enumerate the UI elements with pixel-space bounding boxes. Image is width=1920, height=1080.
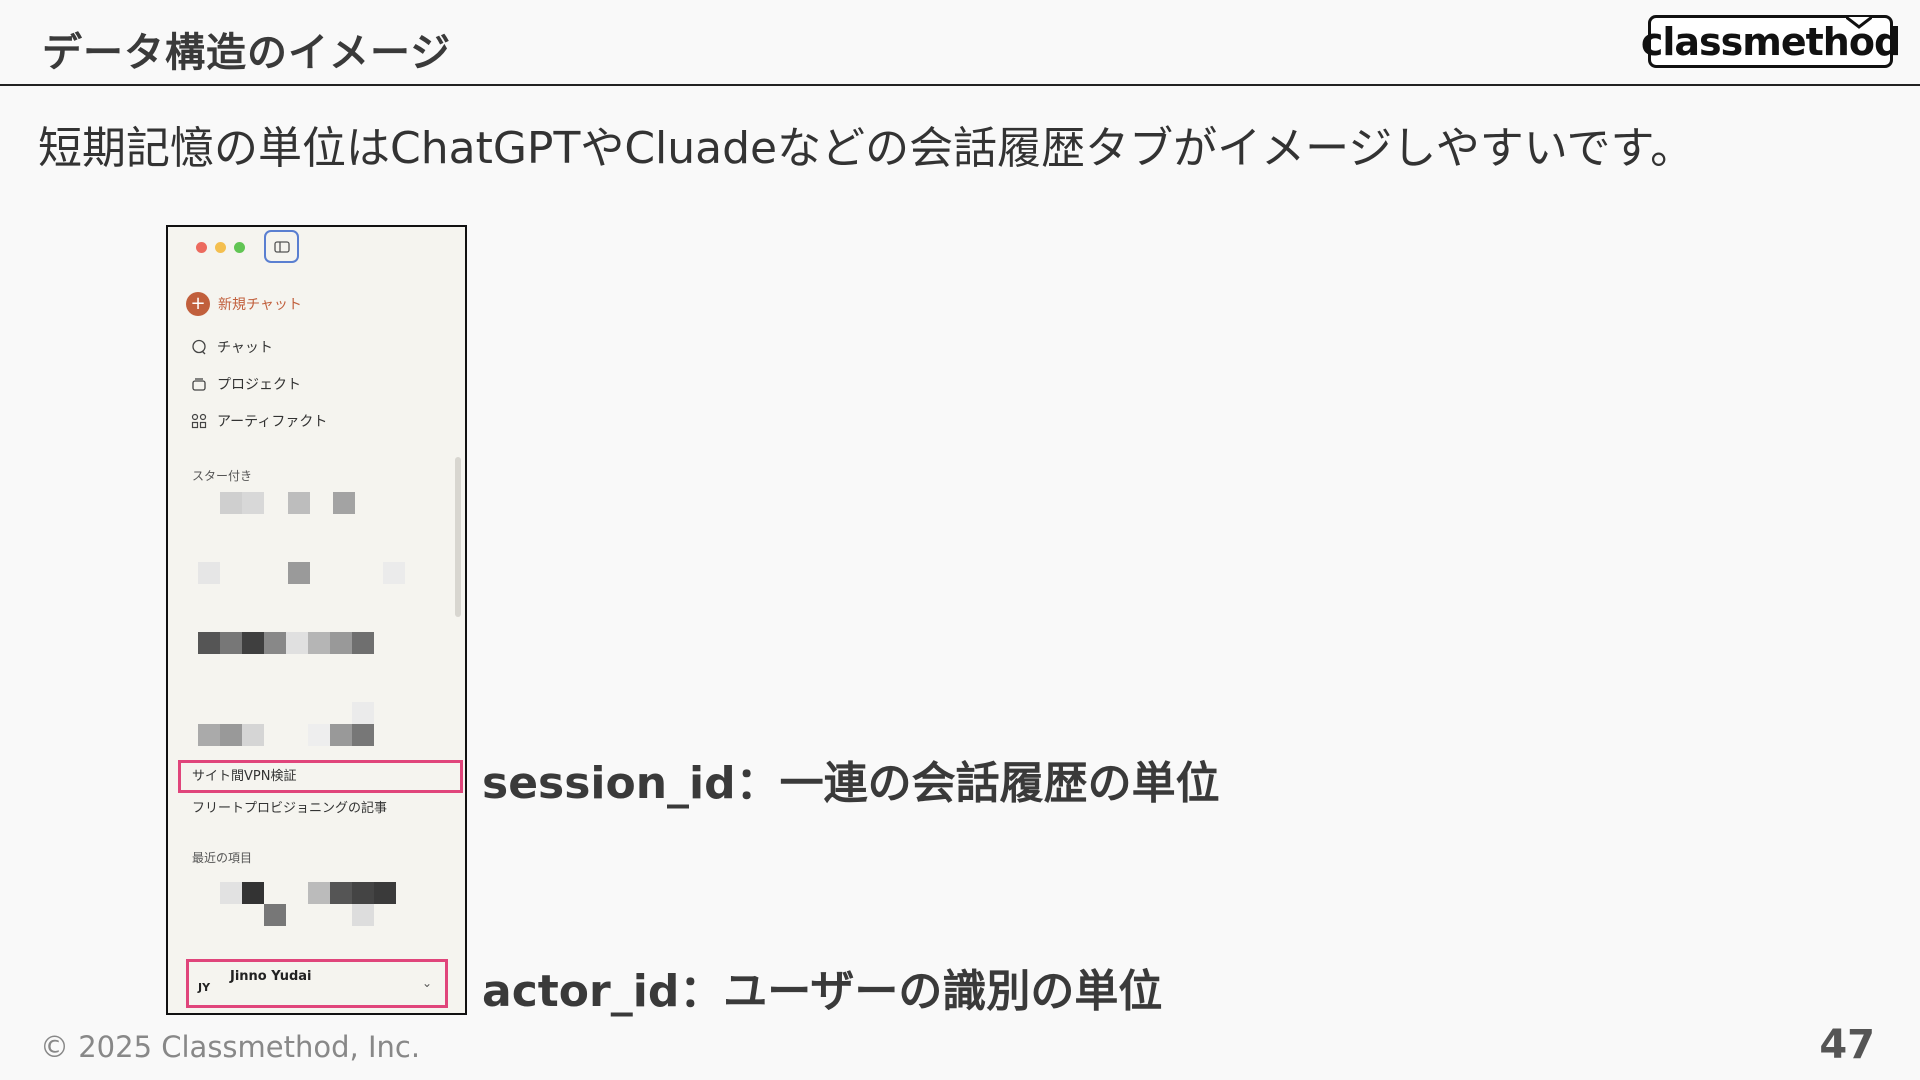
window-controls — [196, 242, 245, 253]
starred-item-vpn[interactable]: サイト間VPN検証 — [192, 765, 296, 784]
starred-item-fleet[interactable]: フリートプロビジョニングの記事 — [192, 797, 387, 816]
header-divider — [0, 84, 1920, 86]
page-number: 47 — [1819, 1022, 1875, 1068]
session-annotation: session_id：一連の会話履歴の単位 — [482, 758, 1220, 809]
claude-sidebar-screenshot: + 新規チャット チャット プロジェクト アーティファクト スター付き サイト間… — [166, 225, 467, 1015]
sidebar-toggle-button[interactable] — [264, 230, 299, 263]
chat-bubble-icon — [192, 339, 206, 355]
chevron-down-icon: ⌄ — [421, 976, 432, 990]
logo-notch-icon — [1846, 15, 1872, 29]
new-chat-button[interactable]: + 新規チャット — [186, 292, 302, 316]
nav-chat-label: チャット — [217, 340, 273, 356]
nav-artifacts-label: アーティファクト — [217, 414, 328, 430]
nav-projects[interactable]: プロジェクト — [191, 374, 301, 394]
slide-subtitle: 短期記憶の単位はChatGPTやCluadeなどの会話履歴タブがイメージしやすい… — [38, 123, 1695, 174]
minimize-window-icon[interactable] — [215, 242, 226, 253]
copyright-text: © 2025 Classmethod, Inc. — [40, 1030, 421, 1064]
plus-icon: + — [186, 292, 210, 316]
slide-title: データ構造のイメージ — [42, 30, 452, 76]
user-name: Jinno Yudai — [230, 969, 312, 984]
close-window-icon[interactable] — [196, 242, 207, 253]
nav-chat[interactable]: チャット — [191, 337, 273, 357]
sidebar-icon — [273, 240, 290, 253]
user-account-button[interactable]: JY Jinno Yudai ⌄ — [188, 962, 446, 1006]
classmethod-logo: classmethod — [1641, 15, 1901, 68]
recent-section-label: 最近の項目 — [192, 851, 253, 865]
new-chat-label: 新規チャット — [218, 297, 302, 313]
sidebar-scrollbar[interactable] — [455, 457, 461, 617]
folder-stack-icon — [192, 378, 206, 391]
actor-annotation: actor_id：ユーザーの識別の単位 — [482, 966, 1163, 1017]
avatar: JY — [198, 981, 211, 994]
artifacts-grid-icon — [191, 413, 207, 429]
maximize-window-icon[interactable] — [234, 242, 245, 253]
nav-artifacts[interactable]: アーティファクト — [191, 411, 327, 431]
starred-section-label: スター付き — [192, 469, 253, 483]
nav-projects-label: プロジェクト — [217, 377, 301, 393]
